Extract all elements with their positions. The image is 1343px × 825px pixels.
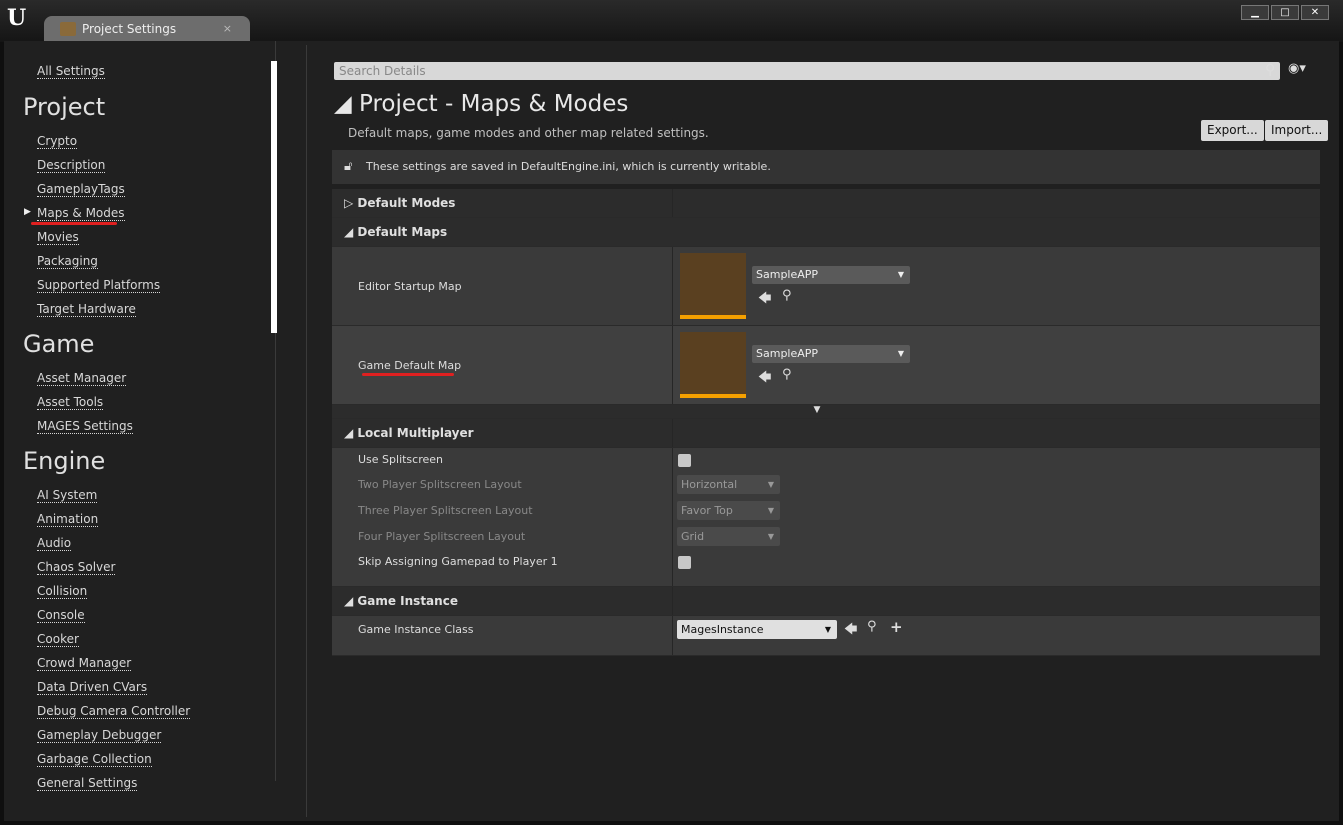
- map-thumbnail[interactable]: [680, 332, 746, 398]
- close-tab-icon[interactable]: ×: [223, 22, 232, 35]
- tab-label: Project Settings: [82, 21, 177, 36]
- page-title: ◢ Project - Maps & Modes: [334, 91, 629, 117]
- sidebar-item[interactable]: Crowd Manager: [37, 656, 132, 671]
- sidebar-scrollbar[interactable]: [271, 61, 277, 333]
- section-default-modes[interactable]: ▷ Default Modes: [332, 189, 1320, 218]
- main-area: All Settings Project Crypto Description Gam…: [4, 41, 1339, 821]
- sidebar-item[interactable]: Garbage Collection: [37, 752, 152, 767]
- unreal-logo: U: [7, 5, 27, 31]
- sidebar: All Settings Project Crypto Description Gam…: [4, 41, 294, 801]
- use-selected-arrow-icon[interactable]: 🡄: [758, 289, 771, 311]
- four-player-layout-dropdown[interactable]: Grid: [677, 527, 780, 546]
- section-default-maps[interactable]: ◢ Default Maps: [332, 218, 1320, 247]
- local-multiplayer-props: Use Splitscreen Two Player Splitscreen L…: [332, 448, 1320, 587]
- property-label: Skip Assigning Gamepad to Player 1: [358, 555, 558, 568]
- add-icon[interactable]: +: [890, 618, 903, 636]
- property-label: Four Player Splitscreen Layout: [358, 530, 526, 543]
- title-bar: U Project Settings × ▁ □ ✕: [0, 0, 1343, 42]
- game-instance-class-row: Game Instance Class MagesInstance 🡄 ⚲ +: [332, 616, 1320, 656]
- sidebar-item[interactable]: Chaos Solver: [37, 560, 116, 575]
- sidebar-item[interactable]: Maps & Modes: [37, 206, 125, 221]
- game-instance-class-dropdown[interactable]: MagesInstance: [677, 620, 837, 639]
- sidebar-category: Project: [23, 93, 106, 121]
- search-input[interactable]: Search Details: [334, 62, 1280, 80]
- sidebar-item[interactable]: Asset Tools: [37, 395, 104, 410]
- section-local-multiplayer[interactable]: ◢ Local Multiplayer: [332, 419, 1320, 448]
- use-selected-arrow-icon[interactable]: 🡄: [758, 368, 771, 390]
- two-player-layout-dropdown[interactable]: Horizontal: [677, 475, 780, 494]
- use-selected-arrow-icon[interactable]: 🡄: [844, 620, 857, 642]
- game-default-map-row: Game Default Map SampleAPP 🡄 ⚲: [332, 326, 1320, 405]
- import-button[interactable]: Import...: [1265, 120, 1329, 141]
- config-info-bar: 🔓︎ These settings are saved in DefaultEng…: [332, 150, 1320, 184]
- sidebar-category: Engine: [23, 447, 106, 475]
- property-label: Two Player Splitscreen Layout: [358, 478, 522, 491]
- close-button[interactable]: ✕: [1301, 5, 1329, 20]
- sidebar-item[interactable]: GameplayTags: [37, 182, 125, 197]
- sidebar-item[interactable]: Debug Camera Controller: [37, 704, 191, 719]
- sidebar-category: Game: [23, 330, 95, 358]
- sidebar-item[interactable]: Packaging: [37, 254, 98, 269]
- sidebar-item[interactable]: Description: [37, 158, 106, 173]
- browse-search-icon[interactable]: ⚲: [782, 288, 792, 303]
- unlock-icon: 🔓︎: [344, 159, 353, 174]
- page-subtitle: Default maps, game modes and other map r…: [348, 126, 709, 140]
- export-button[interactable]: Export...: [1201, 120, 1264, 141]
- sidebar-item[interactable]: Gameplay Debugger: [37, 728, 162, 743]
- sidebar-item[interactable]: Crypto: [37, 134, 78, 149]
- sidebar-item[interactable]: Movies: [37, 230, 79, 245]
- property-label: Game Default Map: [358, 359, 462, 372]
- sidebar-item[interactable]: Supported Platforms: [37, 278, 161, 293]
- sidebar-item[interactable]: Audio: [37, 536, 72, 551]
- use-splitscreen-checkbox[interactable]: [678, 454, 691, 467]
- property-label: Three Player Splitscreen Layout: [358, 504, 533, 517]
- property-label: Editor Startup Map: [358, 280, 462, 293]
- three-player-layout-dropdown[interactable]: Favor Top: [677, 501, 780, 520]
- browse-search-icon[interactable]: ⚲: [782, 367, 792, 382]
- section-game-instance[interactable]: ◢ Game Instance: [332, 587, 1320, 616]
- property-label: Use Splitscreen: [358, 453, 444, 466]
- search-icon[interactable]: ⚲: [1265, 62, 1275, 78]
- selected-arrow-icon: ▶: [24, 207, 31, 217]
- editor-startup-map-row: Editor Startup Map SampleAPP 🡄 ⚲: [332, 247, 1320, 326]
- sidebar-item[interactable]: Data Driven CVars: [37, 680, 148, 695]
- annotation-underline: [362, 373, 454, 376]
- minimize-button[interactable]: ▁: [1241, 5, 1269, 20]
- map-thumbnail[interactable]: [680, 253, 746, 319]
- browse-search-icon[interactable]: ⚲: [867, 619, 877, 634]
- sidebar-item[interactable]: MAGES Settings: [37, 419, 133, 434]
- splitter[interactable]: [306, 45, 307, 817]
- details-panel: ▷ Default Modes ◢ Default Maps Editor St…: [332, 189, 1320, 656]
- property-label: Game Instance Class: [358, 623, 474, 636]
- sidebar-item[interactable]: Target Hardware: [37, 302, 136, 317]
- skip-gamepad-checkbox[interactable]: [678, 556, 691, 569]
- game-default-map-dropdown[interactable]: SampleAPP: [752, 345, 910, 363]
- sidebar-item[interactable]: Console: [37, 608, 85, 623]
- settings-folder-icon: [60, 21, 76, 36]
- eye-visibility-icon[interactable]: ◉▾: [1288, 61, 1306, 76]
- sidebar-item[interactable]: Collision: [37, 584, 88, 599]
- editor-startup-map-dropdown[interactable]: SampleAPP: [752, 266, 910, 284]
- annotation-underline: [31, 222, 117, 225]
- sidebar-all-settings[interactable]: All Settings: [37, 64, 105, 79]
- sidebar-item[interactable]: Cooker: [37, 632, 79, 647]
- sidebar-item[interactable]: AI System: [37, 488, 98, 503]
- sidebar-item[interactable]: Asset Manager: [37, 371, 127, 386]
- sidebar-item[interactable]: Animation: [37, 512, 99, 527]
- maximize-button[interactable]: □: [1271, 5, 1299, 20]
- sidebar-item[interactable]: General Settings: [37, 776, 138, 791]
- tab-project-settings[interactable]: Project Settings ×: [44, 16, 250, 41]
- expand-advanced-button[interactable]: ▼: [332, 405, 1320, 419]
